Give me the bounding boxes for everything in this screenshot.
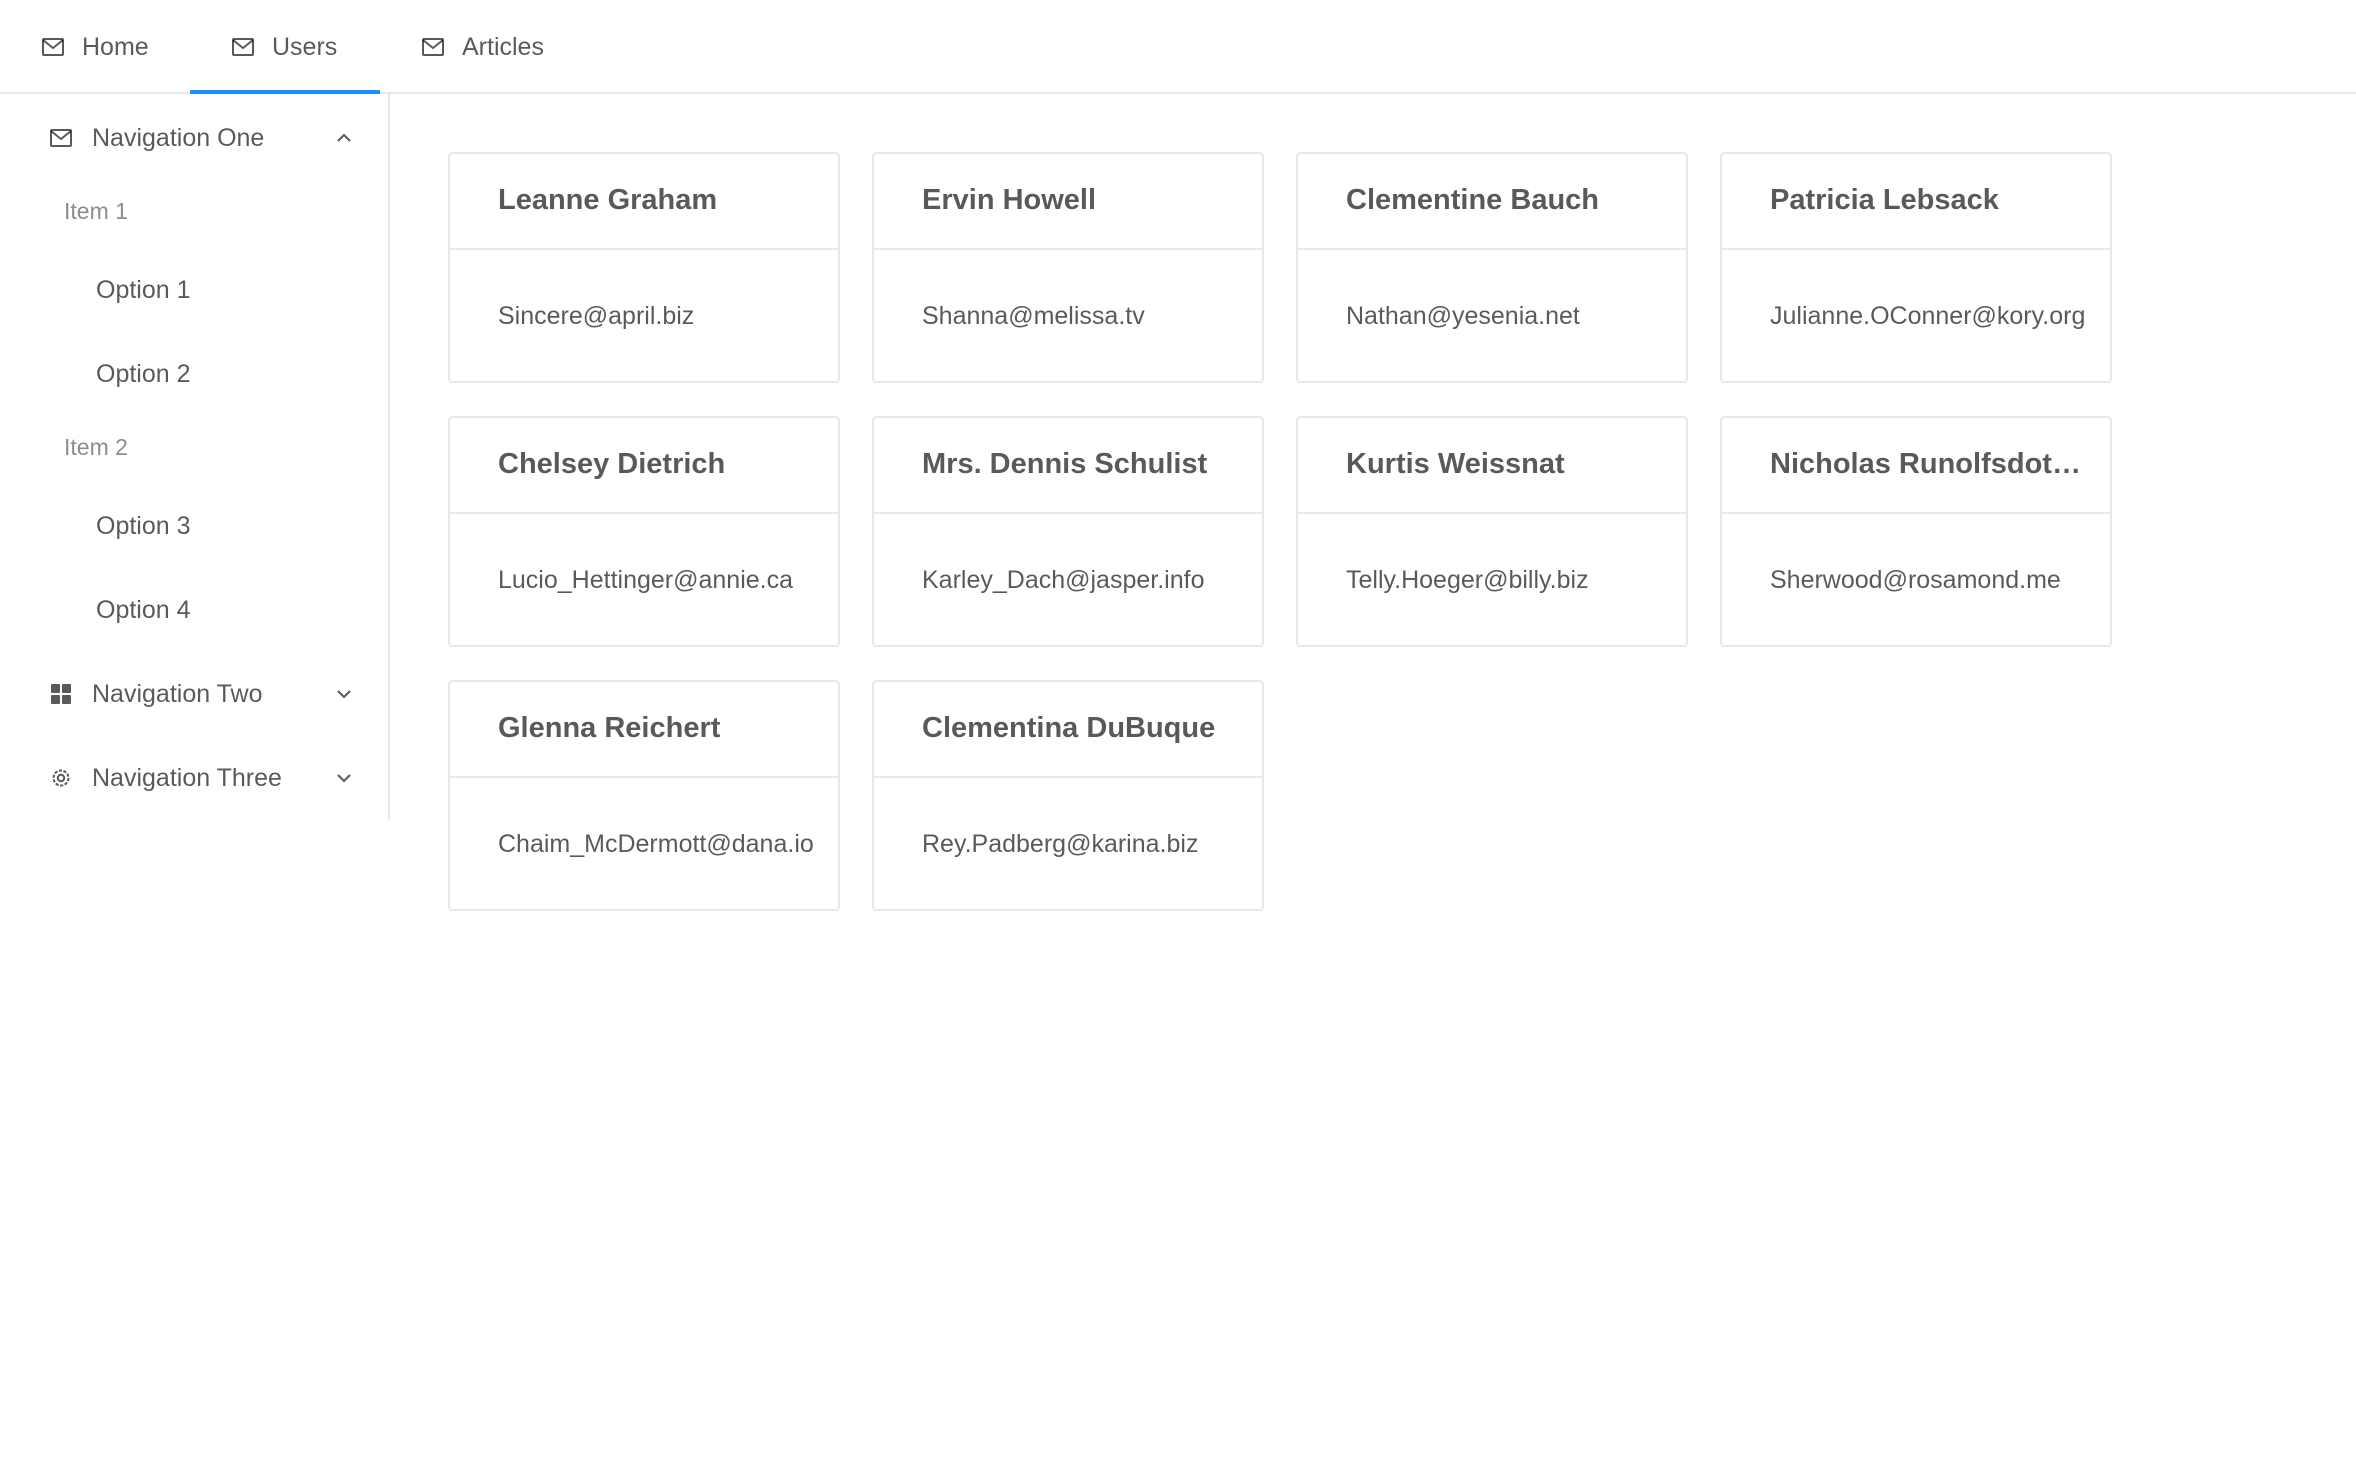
user-card[interactable]: Mrs. Dennis Schulist Karley_Dach@jasper.… <box>872 416 1264 647</box>
menu-option-3-label: Option 3 <box>96 511 191 540</box>
card-header: Chelsey Dietrich <box>450 418 838 514</box>
user-name: Mrs. Dennis Schulist <box>922 448 1208 480</box>
user-email: Rey.Padberg@karina.biz <box>922 830 1199 858</box>
chevron-down-icon <box>336 773 352 783</box>
chevron-up-icon <box>336 133 352 143</box>
menu-option-4-label: Option 4 <box>96 595 191 624</box>
card-header: Glenna Reichert <box>450 682 838 778</box>
menu-option-2-label: Option 2 <box>96 359 191 388</box>
user-name: Ervin Howell <box>922 184 1097 216</box>
tab-home[interactable]: Home <box>42 0 149 94</box>
submenu-navigation-one[interactable]: Navigation One <box>0 108 388 168</box>
user-name: Glenna Reichert <box>498 712 721 744</box>
tab-users-label: Users <box>272 32 338 61</box>
user-email: Nathan@yesenia.net <box>1346 302 1580 330</box>
user-card[interactable]: Leanne Graham Sincere@april.biz <box>448 152 840 383</box>
user-card[interactable]: Nicholas Runolfsdottir V Sherwood@rosamo… <box>1720 416 2112 647</box>
mail-icon <box>232 38 254 56</box>
submenu-navigation-two-label: Navigation Two <box>92 679 263 708</box>
user-email: Telly.Hoeger@billy.biz <box>1346 566 1589 594</box>
mail-icon <box>422 38 444 56</box>
mail-icon <box>50 129 72 147</box>
user-email: Julianne.OConner@kory.org <box>1770 302 2086 330</box>
tab-articles[interactable]: Articles <box>422 0 544 94</box>
user-name: Clementine Bauch <box>1346 184 1599 216</box>
submenu-navigation-three[interactable]: Navigation Three <box>0 748 388 808</box>
user-email: Sherwood@rosamond.me <box>1770 566 2061 594</box>
user-name: Leanne Graham <box>498 184 718 216</box>
user-email: Shanna@melissa.tv <box>922 302 1145 330</box>
card-header: Nicholas Runolfsdottir V <box>1722 418 2110 514</box>
card-header: Leanne Graham <box>450 154 838 250</box>
user-card[interactable]: Patricia Lebsack Julianne.OConner@kory.o… <box>1720 152 2112 383</box>
menu-group-item-1: Item 1 <box>64 198 128 224</box>
top-navigation: Home Users Articles <box>0 0 2356 94</box>
mail-icon <box>42 38 64 56</box>
card-header: Ervin Howell <box>874 154 1262 250</box>
tab-home-label: Home <box>82 32 149 61</box>
menu-option-1-label: Option 1 <box>96 275 191 304</box>
user-email: Chaim_McDermott@dana.io <box>498 830 814 858</box>
user-email: Sincere@april.biz <box>498 302 695 330</box>
user-card[interactable]: Kurtis Weissnat Telly.Hoeger@billy.biz <box>1296 416 1688 647</box>
user-card[interactable]: Clementina DuBuque Rey.Padberg@karina.bi… <box>872 680 1264 911</box>
chevron-down-icon <box>336 689 352 699</box>
user-card[interactable]: Chelsey Dietrich Lucio_Hettinger@annie.c… <box>448 416 840 647</box>
user-card[interactable]: Glenna Reichert Chaim_McDermott@dana.io <box>448 680 840 911</box>
appstore-icon <box>50 683 72 705</box>
tab-articles-label: Articles <box>462 32 544 61</box>
card-header: Clementina DuBuque <box>874 682 1262 778</box>
card-header: Kurtis Weissnat <box>1298 418 1686 514</box>
menu-option-4[interactable]: Option 4 <box>0 580 388 640</box>
user-card[interactable]: Clementine Bauch Nathan@yesenia.net <box>1296 152 1688 383</box>
card-header: Clementine Bauch <box>1298 154 1686 250</box>
user-email: Karley_Dach@jasper.info <box>922 566 1205 594</box>
setting-icon <box>50 767 72 789</box>
menu-option-2[interactable]: Option 2 <box>0 344 388 404</box>
user-name: Kurtis Weissnat <box>1346 448 1565 480</box>
user-name: Clementina DuBuque <box>922 712 1216 744</box>
menu-option-1[interactable]: Option 1 <box>0 260 388 320</box>
user-name: Patricia Lebsack <box>1770 184 1999 216</box>
user-name: Chelsey Dietrich <box>498 448 726 480</box>
submenu-navigation-one-label: Navigation One <box>92 123 265 152</box>
sidebar-menu: Navigation One Item 1 Option 1 Option 2 … <box>0 94 390 820</box>
user-card[interactable]: Ervin Howell Shanna@melissa.tv <box>872 152 1264 383</box>
menu-group-item-2: Item 2 <box>64 434 128 460</box>
submenu-navigation-three-label: Navigation Three <box>92 763 282 792</box>
card-header: Mrs. Dennis Schulist <box>874 418 1262 514</box>
tab-users[interactable]: Users <box>232 0 337 94</box>
card-header: Patricia Lebsack <box>1722 154 2110 250</box>
submenu-navigation-two[interactable]: Navigation Two <box>0 664 388 724</box>
user-name: Nicholas Runolfsdottir V <box>1770 448 2086 480</box>
menu-option-3[interactable]: Option 3 <box>0 496 388 556</box>
user-email: Lucio_Hettinger@annie.ca <box>498 566 794 594</box>
